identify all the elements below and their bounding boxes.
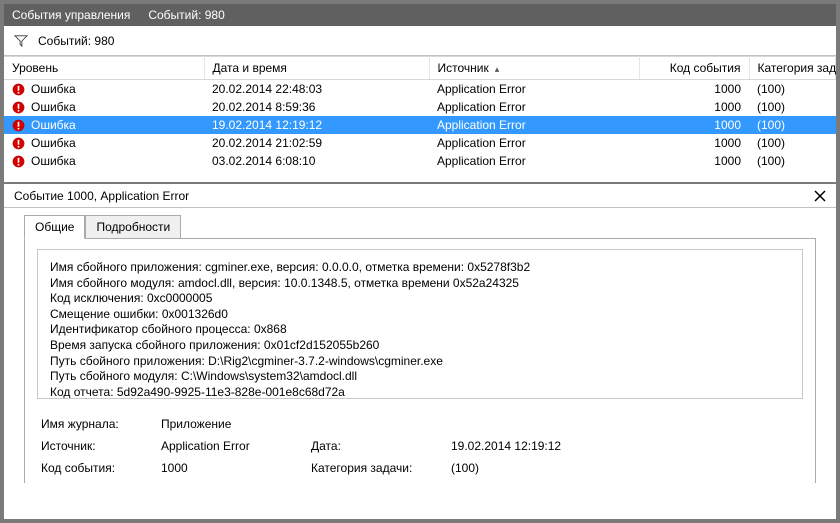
table-row[interactable]: Ошибка 20.02.2014 22:48:03Application Err… [4, 80, 836, 99]
detail-text-line: Путь сбойного приложения: D:\Rig2\cgmine… [50, 354, 790, 370]
detail-text-line: Путь сбойного модуля: C:\Windows\system3… [50, 369, 790, 385]
prop-source-value: Application Error [161, 439, 311, 453]
title-text: События управления [12, 4, 130, 26]
table-row[interactable]: Ошибка 19.02.2014 12:19:12Application Err… [4, 116, 836, 134]
prop-category-label: Категория задачи: [311, 461, 451, 475]
tab-general[interactable]: Общие [24, 215, 85, 239]
event-grid-scroll[interactable]: Уровень Дата и время Источник Код событи… [4, 56, 836, 184]
filter-icon[interactable] [14, 34, 28, 48]
cell-event-id: 1000 [639, 134, 749, 152]
cell-category: (100) [749, 80, 836, 99]
prop-source-label: Источник: [41, 439, 161, 453]
filter-bar: Событий: 980 [4, 26, 836, 56]
error-icon [12, 137, 25, 150]
col-source[interactable]: Источник [429, 57, 639, 80]
cell-datetime: 20.02.2014 22:48:03 [204, 80, 429, 99]
cell-category: (100) [749, 134, 836, 152]
prop-eventid-label: Код события: [41, 461, 161, 475]
cell-datetime: 03.02.2014 6:08:10 [204, 152, 429, 170]
cell-level: Ошибка [31, 82, 76, 96]
detail-text-line: Идентификатор сбойного процесса: 0x868 [50, 322, 790, 338]
prop-log-value: Приложение [161, 417, 803, 431]
event-grid: Уровень Дата и время Источник Код событи… [4, 56, 836, 170]
detail-header-text: Событие 1000, Application Error [14, 189, 189, 203]
detail-header: Событие 1000, Application Error [4, 184, 836, 208]
cell-level: Ошибка [31, 154, 76, 168]
cell-source: Application Error [429, 152, 639, 170]
cell-source: Application Error [429, 134, 639, 152]
detail-text-line: Код исключения: 0xc0000005 [50, 291, 790, 307]
detail-text-line: Время запуска сбойного приложения: 0x01c… [50, 338, 790, 354]
error-icon [12, 101, 25, 114]
cell-event-id: 1000 [639, 152, 749, 170]
tab-strip: Общие Подробности [14, 208, 826, 238]
column-header-row: Уровень Дата и время Источник Код событи… [4, 57, 836, 80]
detail-properties: Имя журнала: Приложение Источник: Applic… [37, 417, 803, 483]
cell-source: Application Error [429, 98, 639, 116]
tab-details[interactable]: Подробности [85, 215, 181, 238]
cell-event-id: 1000 [639, 80, 749, 99]
prop-eventid-value: 1000 [161, 461, 311, 475]
cell-datetime: 20.02.2014 8:59:36 [204, 98, 429, 116]
tab-page-general: Имя сбойного приложения: cgminer.exe, ве… [24, 238, 816, 483]
cell-event-id: 1000 [639, 116, 749, 134]
prop-date-label: Дата: [311, 439, 451, 453]
error-icon [12, 155, 25, 168]
titlebar: События управления Событий: 980 [4, 4, 836, 26]
close-icon[interactable] [814, 190, 826, 202]
cell-level: Ошибка [31, 136, 76, 150]
table-row[interactable]: Ошибка 20.02.2014 8:59:36Application Erro… [4, 98, 836, 116]
col-event-id[interactable]: Код события [639, 57, 749, 80]
cell-category: (100) [749, 98, 836, 116]
detail-text-pane[interactable]: Имя сбойного приложения: cgminer.exe, ве… [37, 249, 803, 399]
cell-level: Ошибка [31, 100, 76, 114]
cell-level: Ошибка [31, 118, 76, 132]
col-datetime[interactable]: Дата и время [204, 57, 429, 80]
table-row[interactable]: Ошибка 20.02.2014 21:02:59Application Err… [4, 134, 836, 152]
filter-count: Событий: 980 [38, 34, 114, 48]
col-category[interactable]: Категория задачи [749, 57, 836, 80]
error-icon [12, 119, 25, 132]
detail-text-line: Код отчета: 5d92a490-9925-11e3-828e-001e… [50, 385, 790, 399]
cell-category: (100) [749, 152, 836, 170]
cell-datetime: 19.02.2014 12:19:12 [204, 116, 429, 134]
detail-body: Общие Подробности Имя сбойного приложени… [4, 208, 836, 483]
prop-date-value: 19.02.2014 12:19:12 [451, 439, 803, 453]
detail-text-line: Смещение ошибки: 0x001326d0 [50, 307, 790, 323]
cell-source: Application Error [429, 116, 639, 134]
table-row[interactable]: Ошибка 03.02.2014 6:08:10Application Erro… [4, 152, 836, 170]
error-icon [12, 83, 25, 96]
cell-category: (100) [749, 116, 836, 134]
col-level[interactable]: Уровень [4, 57, 204, 80]
cell-source: Application Error [429, 80, 639, 99]
detail-text-line: Имя сбойного приложения: cgminer.exe, ве… [50, 260, 790, 276]
prop-category-value: (100) [451, 461, 803, 475]
prop-log-label: Имя журнала: [41, 417, 161, 431]
detail-text-line: Имя сбойного модуля: amdocl.dll, версия:… [50, 276, 790, 292]
title-count: Событий: 980 [148, 4, 224, 26]
cell-datetime: 20.02.2014 21:02:59 [204, 134, 429, 152]
cell-event-id: 1000 [639, 98, 749, 116]
